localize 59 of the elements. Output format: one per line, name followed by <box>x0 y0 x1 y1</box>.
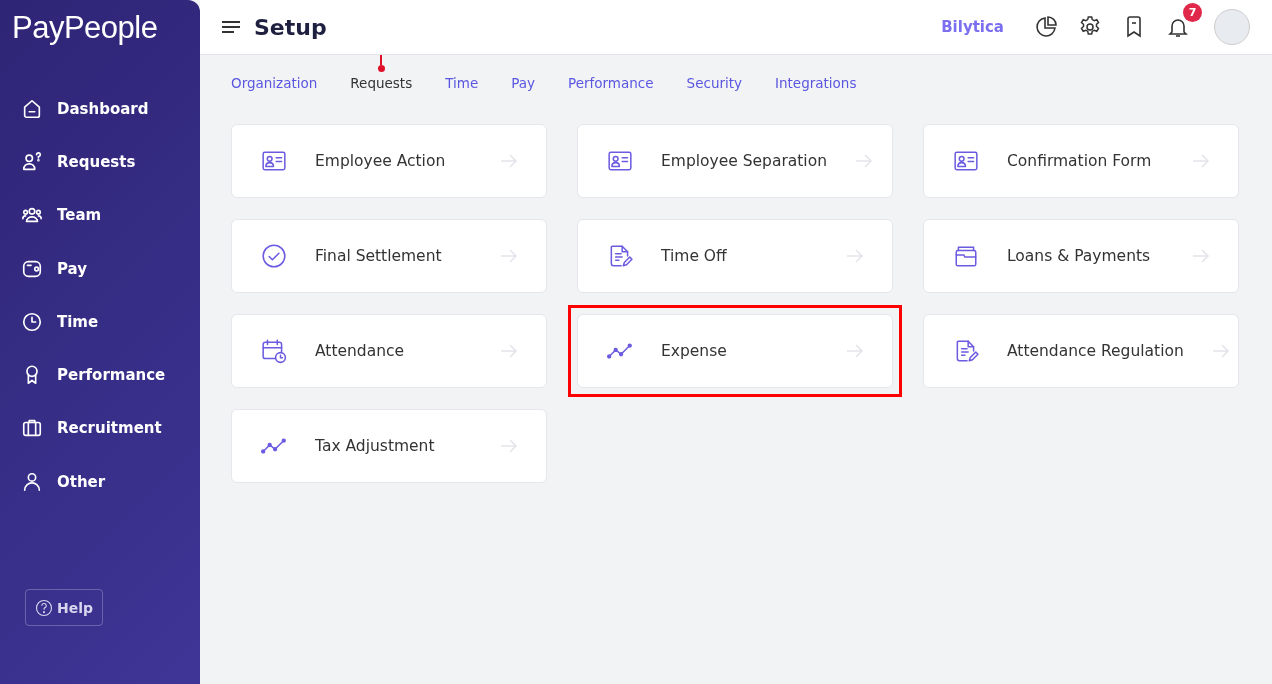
sidebar-item[interactable]: Recruitment <box>0 401 200 456</box>
card-label: Loans & Payments <box>1007 247 1152 265</box>
sidebar-item[interactable]: Requests <box>0 135 200 189</box>
page-title: Setup <box>254 14 327 40</box>
arrow-icon <box>1192 154 1210 168</box>
company-name[interactable]: Bilytica <box>941 18 1004 36</box>
clock-icon <box>21 310 43 333</box>
card-label: Employee Separation <box>661 152 827 170</box>
arrow-icon <box>846 249 864 263</box>
user-icon <box>21 470 43 493</box>
tab[interactable]: Pay <box>511 55 536 91</box>
arrow-icon <box>500 439 518 453</box>
card-label: Final Settlement <box>315 247 443 265</box>
card-label: Attendance <box>315 342 406 360</box>
arrow-icon <box>854 154 873 168</box>
pie-chart-icon[interactable] <box>1034 15 1058 39</box>
setup-card[interactable]: Attendance <box>231 314 547 388</box>
setup-card[interactable]: Employee Action <box>231 124 547 198</box>
menu-icon[interactable] <box>222 20 240 34</box>
request-icon <box>21 150 43 173</box>
arrow-icon <box>1211 344 1230 358</box>
arrow-icon <box>1192 249 1210 263</box>
sidebar-item[interactable]: Team <box>0 188 200 242</box>
card-label: Confirmation Form <box>1007 152 1153 170</box>
card-label: Tax Adjustment <box>315 437 436 455</box>
setup-card[interactable]: Expense <box>577 314 893 388</box>
tab[interactable]: Integrations <box>775 55 857 91</box>
tab[interactable]: Organization <box>231 55 318 91</box>
sidebar-item[interactable]: Pay <box>0 241 200 296</box>
tab[interactable]: Security <box>686 55 743 91</box>
tab[interactable]: Performance <box>568 55 654 91</box>
arrow-icon <box>846 344 864 358</box>
setup-card[interactable]: Time Off <box>577 219 893 293</box>
help-icon <box>34 598 53 617</box>
arrow-icon <box>500 249 518 263</box>
arrow-icon <box>500 344 518 358</box>
setup-card[interactable]: Tax Adjustment <box>231 409 547 483</box>
help-button[interactable]: Help <box>25 589 103 627</box>
setup-card[interactable]: Employee Separation <box>577 124 893 198</box>
card-label: Time Off <box>661 247 728 265</box>
card-label: Attendance Regulation <box>1007 342 1184 360</box>
check-circle-icon <box>261 243 287 269</box>
calendar-clock-icon <box>261 338 287 364</box>
sidebar-item[interactable]: Dashboard <box>0 82 200 136</box>
tab[interactable]: Requests <box>350 55 413 91</box>
setup-card[interactable]: Confirmation Form <box>923 124 1239 198</box>
card-label: Expense <box>661 342 728 360</box>
notification-badge: 7 <box>1183 3 1202 22</box>
logo: PayPeople <box>11 9 159 47</box>
setup-card[interactable]: Attendance Regulation <box>923 314 1239 388</box>
sidebar-item[interactable]: Performance <box>0 348 200 402</box>
card-label: Employee Action <box>315 152 447 170</box>
tab[interactable]: Time <box>445 55 479 91</box>
sidebar-item[interactable]: Other <box>0 455 200 509</box>
sidebar-item[interactable]: Time <box>0 295 200 349</box>
setup-card[interactable]: Final Settlement <box>231 219 547 293</box>
arrow-icon <box>500 154 518 168</box>
setup-card[interactable]: Loans & Payments <box>923 219 1239 293</box>
home-icon <box>21 97 43 120</box>
